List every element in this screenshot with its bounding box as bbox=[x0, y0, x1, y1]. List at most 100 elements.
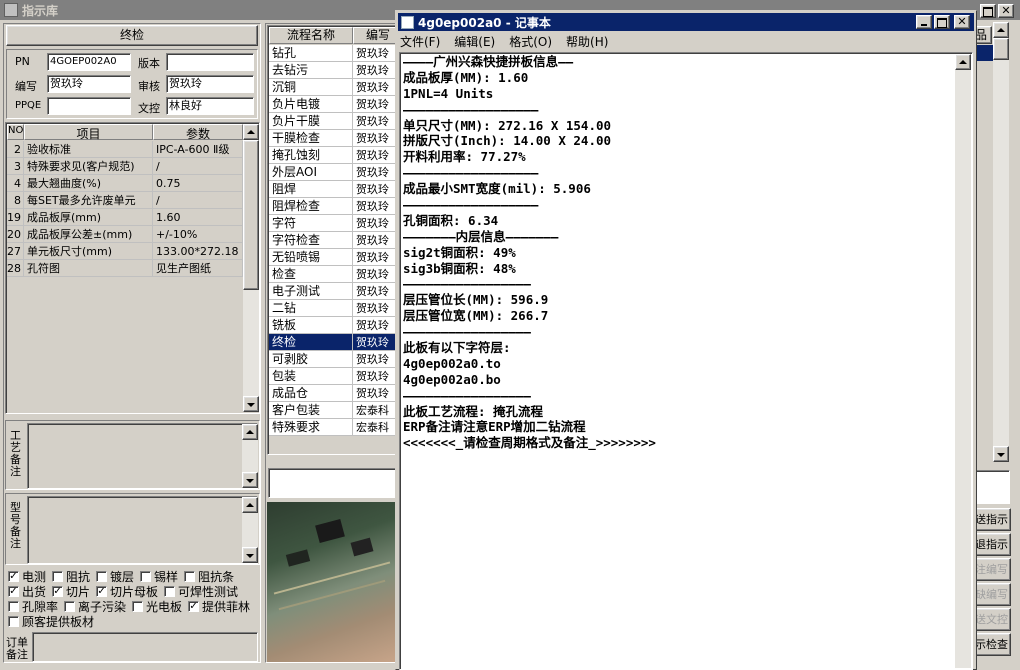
flow-row[interactable]: 可剥胶 贺玖玲 bbox=[269, 351, 399, 368]
flow-row[interactable]: 字符 贺玖玲 bbox=[269, 215, 399, 232]
flow-row[interactable]: 掩孔蚀刻 贺玖玲 bbox=[269, 147, 399, 164]
cell-no: 4 bbox=[7, 175, 24, 192]
maximize-icon bbox=[937, 18, 947, 28]
maximize-button[interactable] bbox=[980, 4, 996, 18]
scroll-up-button[interactable] bbox=[955, 54, 971, 70]
col-header-no[interactable]: NO bbox=[7, 124, 24, 140]
flow-row[interactable]: 检查 贺玖玲 bbox=[269, 266, 399, 283]
notepad-text-area[interactable]: ————广州兴森快捷拼板信息—— 成品板厚(MM): 1.60 1PNL=4 Uni… bbox=[399, 52, 973, 670]
checkbox-box[interactable]: ✓ bbox=[8, 571, 19, 582]
col-header-item[interactable]: 项目 bbox=[24, 124, 153, 141]
cell-param: 见生产图纸 bbox=[153, 260, 243, 277]
param-table-scrollbar[interactable] bbox=[243, 124, 259, 412]
flow-author: 贺玖玲 bbox=[353, 45, 399, 62]
scroll-down-button[interactable] bbox=[242, 547, 258, 563]
scroll-up-button[interactable] bbox=[993, 22, 1009, 38]
scroll-up-button[interactable] bbox=[242, 424, 258, 440]
menu-item[interactable]: 文件(F) bbox=[400, 33, 440, 51]
checkbox-box[interactable] bbox=[184, 571, 196, 582]
checkbox-box[interactable] bbox=[64, 601, 76, 612]
close-button-main[interactable]: ✕ bbox=[998, 4, 1014, 18]
close-button[interactable]: ✕ bbox=[954, 15, 970, 29]
flow-row[interactable]: 字符检查 贺玖玲 bbox=[269, 232, 399, 249]
right-list-scrollbar[interactable] bbox=[993, 22, 1009, 462]
maximize-button[interactable] bbox=[934, 15, 950, 29]
table-row[interactable]: 27 单元板尺寸(mm) 133.00*272.18 bbox=[7, 243, 243, 260]
flow-row[interactable]: 客户包装 宏泰科 bbox=[269, 402, 399, 419]
option-checkbox[interactable]: 顾客提供板材 bbox=[8, 613, 94, 630]
pn-field[interactable]: 4GOEP002A0 bbox=[47, 53, 131, 71]
pcb-chip bbox=[315, 518, 345, 544]
version-field[interactable] bbox=[166, 53, 254, 71]
flow-row[interactable]: 终检 贺玖玲 bbox=[269, 334, 399, 351]
model-note-scrollbar[interactable] bbox=[242, 497, 258, 563]
flow-row[interactable]: 负片干膜 贺玖玲 bbox=[269, 113, 399, 130]
table-row[interactable]: 28 孔符图 见生产图纸 bbox=[7, 260, 243, 277]
flow-row[interactable]: 钻孔 贺玖玲 bbox=[269, 45, 399, 62]
checkbox-box[interactable]: ✓ bbox=[8, 586, 19, 597]
col-header-flow-name[interactable]: 流程名称 bbox=[269, 27, 353, 44]
checkbox-box[interactable] bbox=[140, 571, 152, 582]
table-row[interactable]: 3 特殊要求见(客户规范) / bbox=[7, 158, 243, 175]
option-checkbox[interactable]: 光电板 bbox=[132, 598, 182, 615]
author-field[interactable]: 贺玖玲 bbox=[47, 75, 131, 93]
scroll-down-button[interactable] bbox=[243, 396, 259, 412]
col-header-param[interactable]: 参数 bbox=[153, 124, 243, 141]
flow-row[interactable]: 成品仓 贺玖玲 bbox=[269, 385, 399, 402]
flow-row[interactable]: 电子测试 贺玖玲 bbox=[269, 283, 399, 300]
model-note-field[interactable] bbox=[27, 496, 258, 564]
table-row[interactable]: 2 验收标准 IPC-A-600 Ⅱ级 bbox=[7, 141, 243, 158]
notepad-scrollbar[interactable] bbox=[955, 54, 971, 668]
ppqe-field[interactable] bbox=[47, 97, 131, 115]
table-row[interactable]: 19 成品板厚(mm) 1.60 bbox=[7, 209, 243, 226]
checkbox-box[interactable] bbox=[96, 571, 108, 582]
checkbox-row: ✓ 出货 ✓ 切片 ✓ 切片母板 可焊性测试 bbox=[8, 584, 264, 599]
flow-author: 贺玖玲 bbox=[353, 385, 399, 402]
flow-row[interactable]: 去钻污 贺玖玲 bbox=[269, 62, 399, 79]
checkbox-box[interactable] bbox=[8, 601, 19, 612]
scroll-down-button[interactable] bbox=[242, 472, 258, 488]
scroll-thumb[interactable] bbox=[243, 140, 259, 290]
menu-item[interactable]: 帮助(H) bbox=[566, 33, 608, 51]
minimize-button[interactable] bbox=[916, 15, 932, 29]
checkbox-box[interactable]: ✓ bbox=[96, 586, 108, 597]
table-row[interactable]: 20 成品板厚公差±(mm) +/-10% bbox=[7, 226, 243, 243]
order-note-field[interactable] bbox=[32, 632, 258, 662]
scroll-up-button[interactable] bbox=[242, 497, 258, 513]
process-note-field[interactable] bbox=[27, 423, 258, 489]
flow-row[interactable]: 阻焊 贺玖玲 bbox=[269, 181, 399, 198]
checkbox-box[interactable]: ✓ bbox=[188, 601, 200, 612]
flow-row[interactable]: 阻焊检查 贺玖玲 bbox=[269, 198, 399, 215]
col-header-flow-author[interactable]: 编写 bbox=[353, 27, 399, 44]
flow-row[interactable]: 外层AOI 贺玖玲 bbox=[269, 164, 399, 181]
checkbox-box[interactable]: ✓ bbox=[52, 586, 64, 597]
flow-row[interactable]: 特殊要求 宏泰科 bbox=[269, 419, 399, 436]
doc-control-field[interactable]: 林良好 bbox=[166, 97, 254, 115]
flow-row[interactable]: 无铅喷锡 贺玖玲 bbox=[269, 249, 399, 266]
flow-row[interactable]: 负片电镀 贺玖玲 bbox=[269, 96, 399, 113]
option-checkbox[interactable]: ✓ 提供菲林 bbox=[188, 598, 250, 615]
checkbox-box[interactable] bbox=[52, 571, 64, 582]
flow-row[interactable]: 铣板 贺玖玲 bbox=[269, 317, 399, 334]
checkbox-box[interactable] bbox=[164, 586, 176, 597]
flow-row[interactable]: 包装 贺玖玲 bbox=[269, 368, 399, 385]
table-row[interactable]: 8 每SET最多允许废单元 / bbox=[7, 192, 243, 209]
scroll-up-button[interactable] bbox=[243, 124, 259, 140]
flow-row[interactable]: 二钻 贺玖玲 bbox=[269, 300, 399, 317]
menu-item[interactable]: 格式(O) bbox=[509, 33, 552, 51]
scroll-down-button[interactable] bbox=[993, 446, 1009, 462]
checkbox-box[interactable] bbox=[132, 601, 144, 612]
flow-row[interactable]: 干膜检查 贺玖玲 bbox=[269, 130, 399, 147]
scroll-thumb[interactable] bbox=[993, 38, 1009, 60]
flow-author: 贺玖玲 bbox=[353, 181, 399, 198]
menu-item[interactable]: 编辑(E) bbox=[454, 33, 495, 51]
text-line: 此板工艺流程: 掩孔流程 bbox=[403, 403, 544, 419]
scroll-up-icon bbox=[246, 503, 254, 507]
checkbox-box[interactable] bbox=[8, 616, 19, 627]
flow-row[interactable]: 沉铜 贺玖玲 bbox=[269, 79, 399, 96]
table-row[interactable]: 4 最大翘曲度(%) 0.75 bbox=[7, 175, 243, 192]
review-field[interactable]: 贺玖玲 bbox=[166, 75, 254, 93]
flow-name: 外层AOI bbox=[269, 164, 353, 181]
process-note-scrollbar[interactable] bbox=[242, 424, 258, 488]
flow-input[interactable] bbox=[268, 468, 399, 498]
